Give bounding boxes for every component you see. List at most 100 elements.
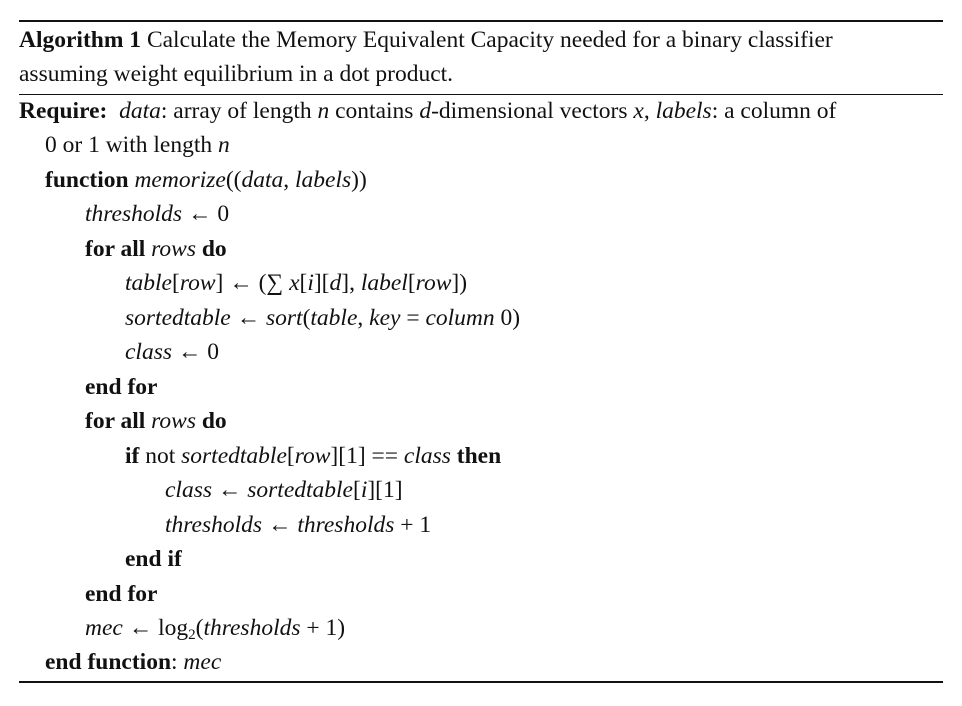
- subscript: 2: [188, 627, 196, 643]
- for-keyword: for all: [85, 236, 146, 262]
- var: class: [125, 339, 172, 365]
- require-text: ,: [643, 98, 656, 124]
- var: sortedtable: [247, 477, 353, 503]
- var: row: [179, 270, 216, 296]
- punct: [: [407, 270, 416, 296]
- thresholds-increment-line: thresholds ← thresholds + 1: [165, 510, 431, 540]
- mec-line: mec ← log2(thresholds + 1): [85, 613, 345, 643]
- op: ← 0: [172, 339, 219, 365]
- op: =: [400, 305, 426, 331]
- function-line: function memorize((data, labels)): [45, 165, 367, 195]
- fn: sort: [266, 305, 303, 331]
- punct: ][1]: [367, 477, 403, 503]
- end-if: end if: [125, 544, 182, 574]
- then-keyword: then: [456, 443, 502, 469]
- function-arg: labels: [295, 167, 352, 193]
- function-keyword: function: [45, 167, 129, 193]
- require-data-var: data: [119, 98, 161, 124]
- var: table: [125, 270, 172, 296]
- caption-line-2: assuming weight equilibrium in a dot pro…: [19, 59, 453, 89]
- punct: ((: [225, 167, 242, 193]
- do-keyword: do: [201, 408, 227, 434]
- for-line-1: for all rows do: [85, 234, 227, 264]
- require-text: -dimensional vectors: [431, 98, 634, 124]
- require-x: x: [633, 98, 644, 124]
- end-function-keyword: end function: [45, 649, 172, 675]
- op: not: [139, 443, 182, 469]
- end-if-keyword: end if: [125, 546, 182, 572]
- var: column: [425, 305, 495, 331]
- punct: [: [172, 270, 180, 296]
- var: class: [403, 443, 451, 469]
- end-for-2: end for: [85, 579, 157, 609]
- punct: )): [351, 167, 367, 193]
- var: mec: [85, 615, 123, 641]
- end-for-keyword: end for: [85, 581, 158, 607]
- if-line: if not sortedtable[row][1] == class then: [125, 441, 501, 471]
- punct: ]): [451, 270, 468, 296]
- require-text: contains: [329, 98, 420, 124]
- algorithm-block: Algorithm 1 Calculate the Memory Equival…: [19, 0, 943, 706]
- op: + 1): [300, 615, 346, 641]
- middle-rule: [19, 94, 943, 95]
- end-for-1: end for: [85, 372, 157, 402]
- punct: 0): [494, 305, 521, 331]
- op: ← 0: [182, 201, 230, 227]
- var: thresholds: [297, 512, 395, 538]
- function-arg: data: [241, 167, 284, 193]
- punct: [: [353, 477, 361, 503]
- do-keyword: do: [201, 236, 227, 262]
- require-text: 0 or 1 with length: [45, 132, 218, 158]
- var: row: [294, 443, 331, 469]
- var: rows: [151, 236, 196, 262]
- end-for-keyword: end for: [85, 374, 158, 400]
- require-text: : array of length: [160, 98, 318, 124]
- punct: [: [286, 443, 295, 469]
- require-n: n: [317, 98, 330, 124]
- punct: ,: [283, 167, 296, 193]
- var: key: [369, 305, 401, 331]
- class-assign-line: class ← sortedtable[i][1]: [165, 475, 403, 505]
- var: table: [310, 305, 358, 331]
- op: ← log: [122, 615, 189, 641]
- var: rows: [151, 408, 196, 434]
- require-line-1: Require: data: array of length n contain…: [19, 96, 836, 126]
- op: ←: [230, 305, 266, 331]
- punct: ][1] ==: [330, 443, 404, 469]
- var: thresholds: [85, 201, 183, 227]
- for-line-2: for all rows do: [85, 406, 227, 436]
- var: row: [415, 270, 452, 296]
- require-keyword: Require:: [19, 98, 108, 124]
- bottom-rule: [19, 681, 943, 683]
- function-name: memorize: [134, 167, 226, 193]
- var: class: [165, 477, 212, 503]
- op: ←: [212, 477, 248, 503]
- init-thresholds-line: thresholds ← 0: [85, 199, 229, 229]
- top-rule: [19, 20, 943, 22]
- class-init-line: class ← 0: [125, 337, 219, 367]
- caption-line-1: Algorithm 1 Calculate the Memory Equival…: [19, 25, 833, 55]
- if-keyword: if: [125, 443, 140, 469]
- require-labels-var: labels: [655, 98, 712, 124]
- return-var: mec: [183, 649, 222, 675]
- punct: ,: [357, 305, 370, 331]
- var: x: [289, 270, 300, 296]
- punct: ][: [313, 270, 330, 296]
- require-text: : a column of: [711, 98, 837, 124]
- algorithm-label: Algorithm 1: [19, 27, 142, 53]
- punct: ] ← (∑: [215, 270, 290, 296]
- var: sortedtable: [181, 443, 287, 469]
- for-keyword: for all: [85, 408, 146, 434]
- caption-text-1: Calculate the Memory Equivalent Capacity…: [146, 27, 833, 53]
- punct: :: [171, 649, 184, 675]
- caption-text-2: assuming weight equilibrium in a dot pro…: [19, 61, 454, 87]
- require-n: n: [217, 132, 230, 158]
- var: thresholds: [165, 512, 263, 538]
- var: d: [329, 270, 342, 296]
- var: label: [360, 270, 408, 296]
- require-d: d: [419, 98, 432, 124]
- sorted-line: sortedtable ← sort(table, key = column 0…: [125, 303, 520, 333]
- op: ←: [262, 512, 298, 538]
- end-function-line: end function: mec: [45, 647, 221, 677]
- require-line-2: 0 or 1 with length n: [45, 130, 230, 160]
